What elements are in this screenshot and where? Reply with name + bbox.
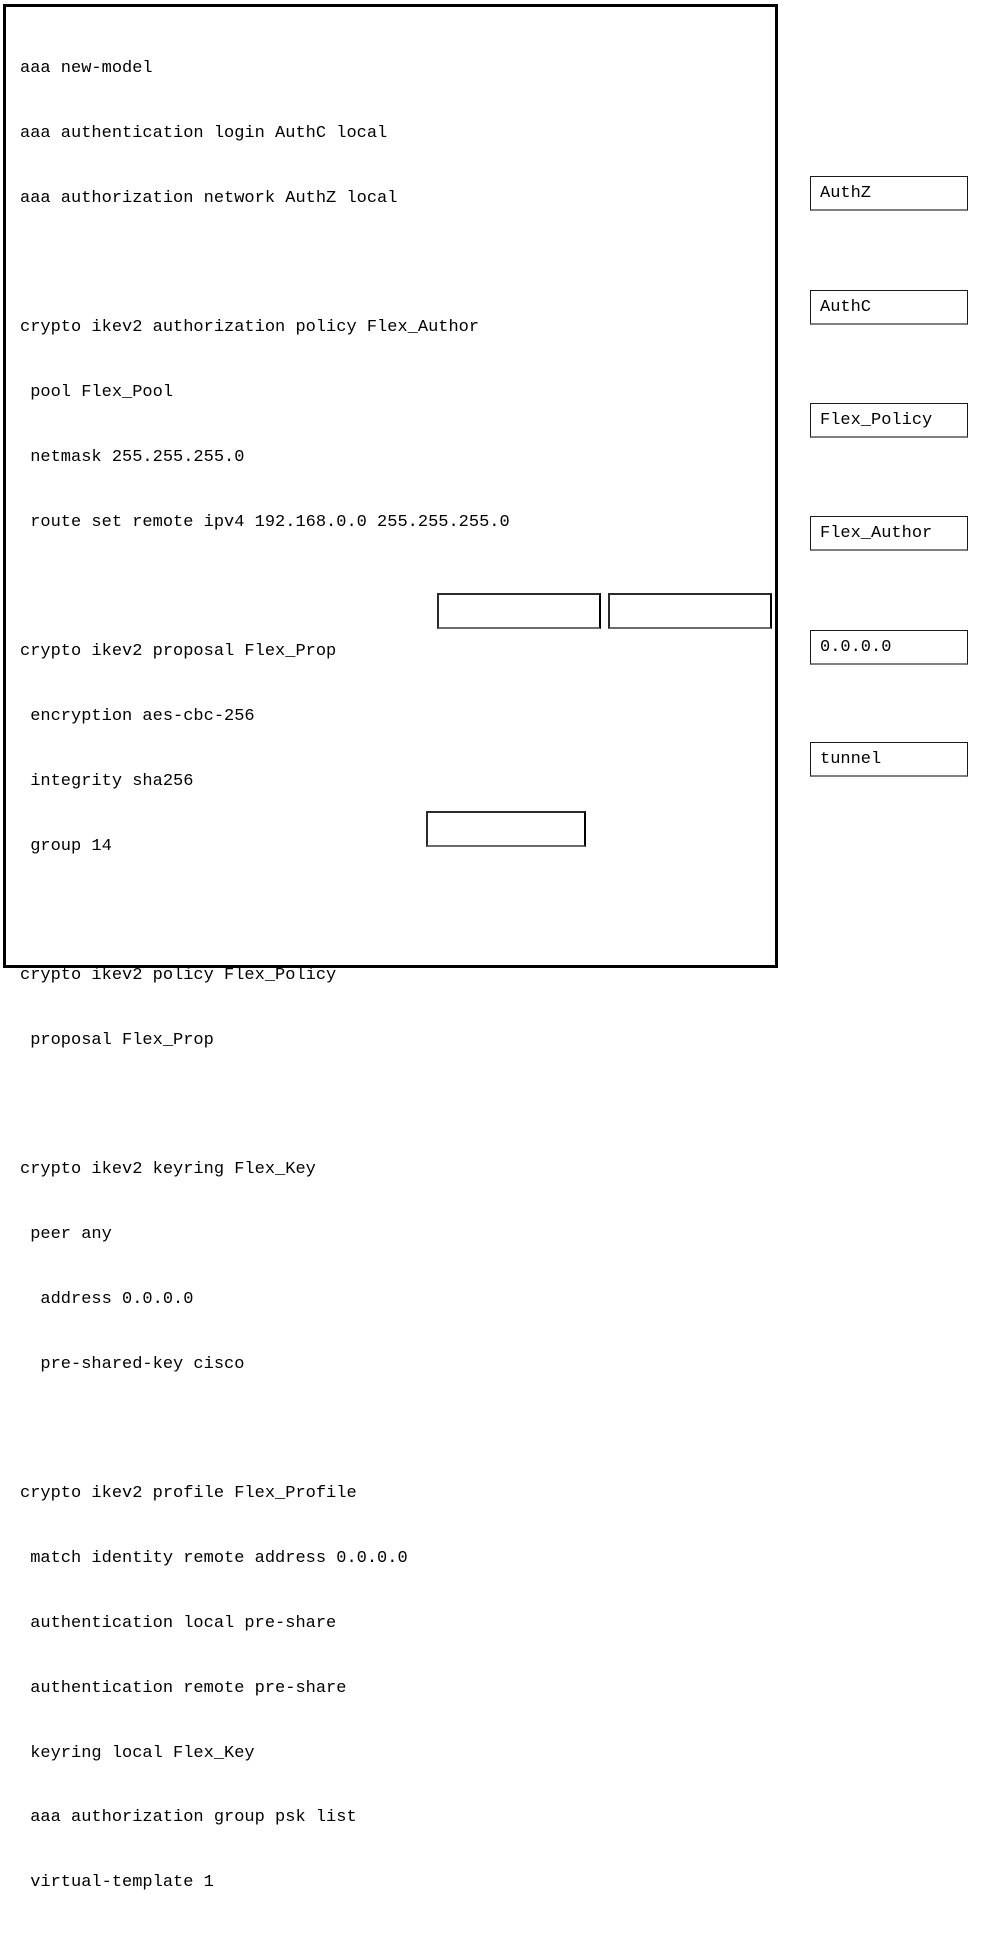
drop-target-aaa-authorization-list[interactable]	[437, 593, 601, 629]
config-line: virtual-template 1	[20, 1873, 214, 1893]
config-line-blank	[20, 253, 602, 275]
configuration-panel: aaa new-model aaa authentication login A…	[3, 4, 778, 1892]
config-line: crypto ikev2 profile Flex_Profile	[20, 1484, 357, 1504]
option-tile-flex-policy[interactable]: Flex_Policy	[810, 403, 968, 438]
config-line: crypto ikev2 policy Flex_Policy	[20, 966, 337, 986]
config-line: crypto ikev2 proposal Flex_Prop	[20, 642, 337, 662]
config-line: netmask 255.255.255.0	[20, 447, 245, 467]
config-line: match identity remote address 0.0.0.0	[20, 1549, 408, 1569]
option-tile-authc[interactable]: AuthC	[810, 290, 968, 325]
option-tile-authz[interactable]: AuthZ	[810, 176, 968, 211]
drop-target-aaa-authorization-name[interactable]	[608, 593, 772, 629]
config-line-blank	[20, 1095, 602, 1117]
config-line-blank	[20, 1937, 602, 1958]
config-line: aaa authorization group psk list	[20, 1808, 357, 1828]
config-line: pre-shared-key cisco	[20, 1354, 245, 1374]
config-line: integrity sha256	[20, 771, 194, 791]
config-line-blank	[20, 1419, 602, 1441]
configuration-listing: aaa new-model aaa authentication login A…	[20, 15, 602, 1958]
drop-target-virtual-template-type[interactable]	[426, 811, 586, 847]
config-line: authentication remote pre-share	[20, 1678, 347, 1698]
config-line: address 0.0.0.0	[20, 1290, 194, 1310]
config-line: proposal Flex_Prop	[20, 1030, 214, 1050]
config-line: crypto ikev2 keyring Flex_Key	[20, 1160, 316, 1180]
config-line: pool Flex_Pool	[20, 383, 174, 403]
option-tile-tunnel[interactable]: tunnel	[810, 742, 968, 777]
config-line: aaa authentication login AuthC local	[20, 123, 388, 143]
config-line: route set remote ipv4 192.168.0.0 255.25…	[20, 512, 510, 532]
config-line: peer any	[20, 1225, 112, 1245]
option-tile-zero-address[interactable]: 0.0.0.0	[810, 630, 968, 665]
config-line: aaa new-model	[20, 59, 153, 79]
config-line: authentication local pre-share	[20, 1613, 337, 1633]
option-tile-flex-author[interactable]: Flex_Author	[810, 516, 968, 551]
config-line-blank	[20, 900, 602, 922]
config-line: keyring local Flex_Key	[20, 1743, 255, 1763]
config-line: encryption aes-cbc-256	[20, 707, 255, 726]
config-line: crypto ikev2 authorization policy Flex_A…	[20, 318, 480, 338]
config-line: aaa authorization network AuthZ local	[20, 188, 398, 208]
